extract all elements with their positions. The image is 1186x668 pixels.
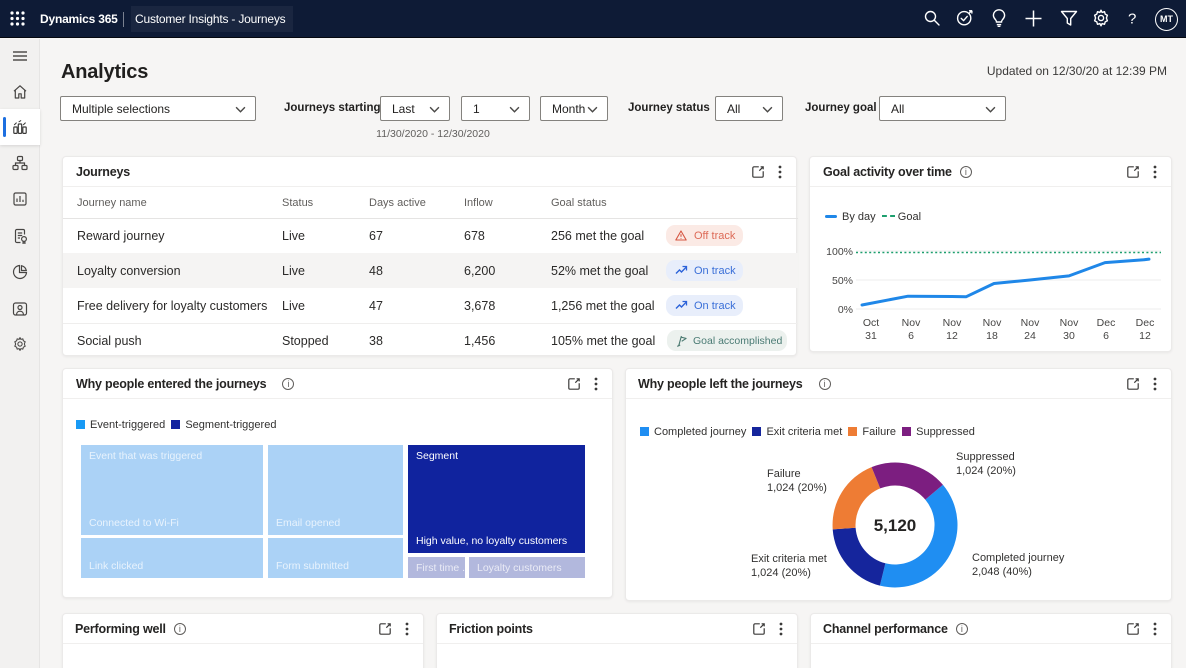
svg-text:1,024 (20%): 1,024 (20%) <box>751 567 811 579</box>
svg-text:6: 6 <box>1103 330 1109 342</box>
svg-text:6: 6 <box>908 330 914 342</box>
svg-text:31: 31 <box>865 330 877 342</box>
svg-text:Oct: Oct <box>863 317 879 329</box>
svg-text:100%: 100% <box>826 246 853 258</box>
svg-text:Completed journey: Completed journey <box>972 552 1065 564</box>
svg-text:Suppressed: Suppressed <box>956 451 1015 463</box>
svg-text:Dec: Dec <box>1097 317 1116 329</box>
svg-text:Nov: Nov <box>1021 317 1040 329</box>
svg-text:Nov: Nov <box>983 317 1002 329</box>
svg-text:12: 12 <box>1139 330 1151 342</box>
svg-text:30: 30 <box>1063 330 1075 342</box>
svg-text:2,048 (40%): 2,048 (40%) <box>972 566 1032 578</box>
svg-text:Exit criteria met: Exit criteria met <box>751 553 827 565</box>
svg-text:50%: 50% <box>832 275 853 287</box>
svg-text:0%: 0% <box>838 304 853 316</box>
svg-text:5,120: 5,120 <box>874 516 917 535</box>
svg-text:Dec: Dec <box>1136 317 1155 329</box>
svg-text:1,024 (20%): 1,024 (20%) <box>767 482 827 494</box>
svg-text:Nov: Nov <box>943 317 962 329</box>
svg-text:12: 12 <box>946 330 958 342</box>
svg-text:24: 24 <box>1024 330 1036 342</box>
svg-text:Failure: Failure <box>767 468 801 480</box>
svg-text:Nov: Nov <box>1060 317 1079 329</box>
svg-text:Nov: Nov <box>902 317 921 329</box>
svg-text:18: 18 <box>986 330 998 342</box>
svg-text:1,024 (20%): 1,024 (20%) <box>956 465 1016 477</box>
